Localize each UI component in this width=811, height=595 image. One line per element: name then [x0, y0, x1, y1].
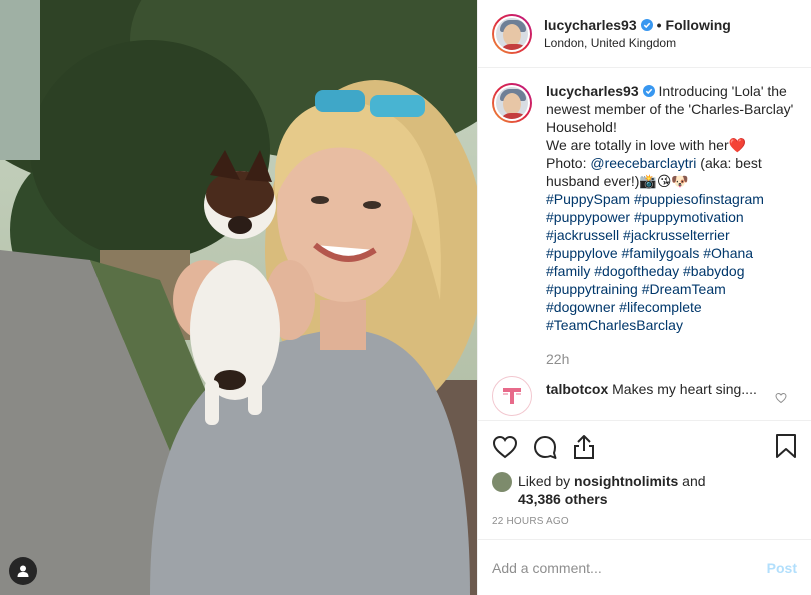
- hashtag-link[interactable]: #jackrussell: [546, 227, 619, 243]
- liker-username[interactable]: nosightnolimits: [574, 473, 678, 489]
- instagram-post: lucycharles93 • Following London, United K…: [0, 0, 811, 595]
- verified-badge-icon: [642, 85, 655, 97]
- hashtag-link[interactable]: #puppytraining: [546, 281, 638, 297]
- caption-body: lucycharles93 Introducing 'Lola' the new…: [546, 82, 794, 368]
- caption-username[interactable]: lucycharles93: [546, 83, 639, 99]
- author-avatar[interactable]: [492, 13, 532, 54]
- comment-text: Makes my heart sing....: [612, 381, 757, 397]
- heart-outline-icon: [492, 435, 518, 458]
- commenter-avatar[interactable]: [492, 376, 532, 416]
- hashtag-link[interactable]: #puppypower: [546, 209, 630, 225]
- person-tag-icon[interactable]: [9, 557, 37, 585]
- hashtag-link[interactable]: #lifecomplete: [619, 299, 702, 315]
- comment-like-heart-icon[interactable]: [775, 392, 787, 404]
- comment-body: talbotcox Makes my heart sing....: [546, 380, 794, 398]
- share-icon: [574, 434, 594, 459]
- hashtag-link[interactable]: #family: [546, 263, 590, 279]
- comment-item: talbotcox Makes my heart sing....: [492, 376, 797, 416]
- hashtag-link[interactable]: #PuppySpam: [546, 191, 630, 207]
- mention-link[interactable]: @reecebarclaytri: [590, 155, 696, 171]
- hashtag-link[interactable]: #jackrusselterrier: [623, 227, 730, 243]
- caption-time: 22h: [546, 351, 570, 367]
- hashtag-link[interactable]: #DreamTeam: [642, 281, 726, 297]
- save-button[interactable]: [775, 433, 797, 462]
- verified-badge-icon: [640, 18, 653, 31]
- header-text: lucycharles93 • Following London, United K…: [544, 16, 731, 52]
- bookmark-icon: [776, 434, 796, 458]
- hashtag-link[interactable]: #familygoals: [622, 245, 700, 261]
- post-side-panel: lucycharles93 • Following London, United K…: [477, 0, 811, 595]
- caption: lucycharles93 Introducing 'Lola' the new…: [492, 82, 797, 368]
- caption-line-2: We are totally in love with her❤️: [546, 137, 747, 153]
- post-timestamp[interactable]: 22 HOURS AGO: [478, 516, 811, 527]
- liker-avatar[interactable]: [492, 472, 512, 492]
- likes-middle: and: [678, 473, 706, 489]
- caption-author-avatar[interactable]: [492, 83, 532, 123]
- post-photo[interactable]: [0, 0, 477, 595]
- likes-summary: Liked by nosightnolimits and 43,386 othe…: [478, 472, 811, 508]
- hashtag-link[interactable]: #dogoftheday: [594, 263, 679, 279]
- hashtag-link[interactable]: #dogowner: [546, 299, 615, 315]
- commenter-username[interactable]: talbotcox: [546, 381, 608, 397]
- photo-illustration: [0, 0, 477, 595]
- hashtag-link[interactable]: #puppymotivation: [634, 209, 744, 225]
- post-button[interactable]: Post: [767, 560, 797, 576]
- comment-input[interactable]: [492, 559, 767, 576]
- post-location[interactable]: London, United Kingdom: [544, 34, 731, 52]
- add-comment-bar: Post: [478, 539, 811, 595]
- talbotcox-logo: [503, 388, 521, 404]
- comments-section: lucycharles93 Introducing 'Lola' the new…: [478, 68, 811, 420]
- likes-count[interactable]: 43,386 others: [518, 491, 608, 507]
- caption-photo-prefix: Photo:: [546, 155, 591, 171]
- separator-dot: •: [656, 16, 662, 33]
- action-bar: [478, 420, 811, 472]
- share-button[interactable]: [572, 434, 596, 460]
- author-username[interactable]: lucycharles93: [544, 17, 637, 33]
- following-button[interactable]: Following: [666, 17, 731, 33]
- comment-button[interactable]: [532, 434, 558, 460]
- likes-prefix: Liked by: [518, 473, 575, 489]
- post-header: lucycharles93 • Following London, United K…: [478, 0, 811, 68]
- hashtag-link[interactable]: #Ohana: [703, 245, 753, 261]
- hashtag-link[interactable]: #babydog: [683, 263, 745, 279]
- speech-bubble-icon: [534, 435, 557, 459]
- hashtag-list: #PuppySpam #puppiesofinstagram #puppypow…: [546, 191, 764, 333]
- like-button[interactable]: [492, 435, 518, 459]
- hashtag-link[interactable]: #TeamCharlesBarclay: [546, 317, 683, 333]
- hashtag-link[interactable]: #puppiesofinstagram: [634, 191, 764, 207]
- hashtag-link[interactable]: #puppylove: [546, 245, 618, 261]
